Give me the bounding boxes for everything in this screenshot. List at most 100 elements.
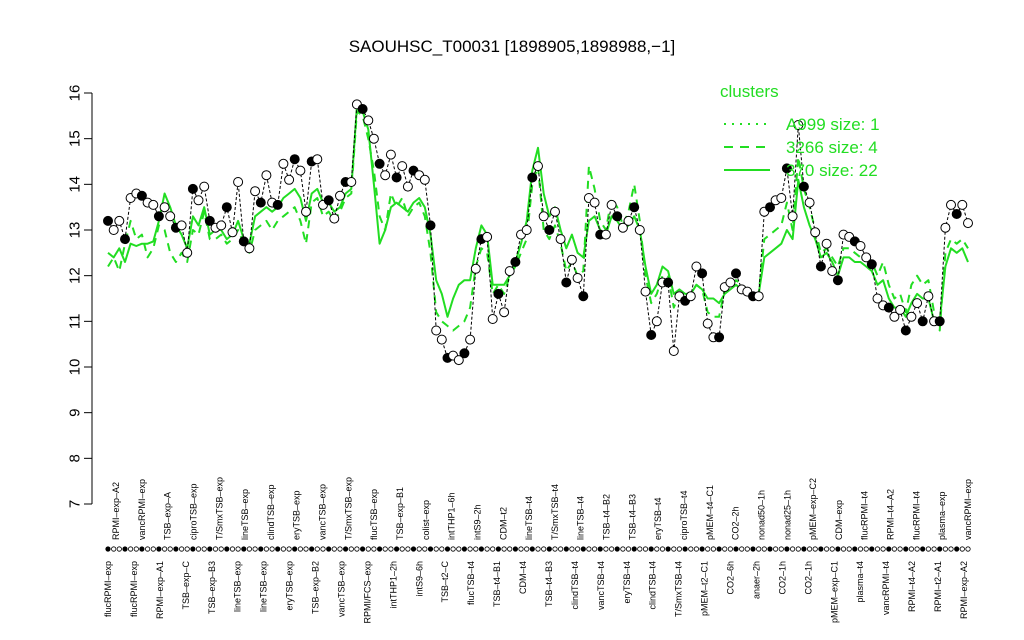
x-tick-label-top: flucTSB–exp [369, 489, 379, 540]
x-strip-point [320, 546, 326, 552]
x-strip-point [710, 546, 717, 552]
x-strip-point [586, 546, 592, 552]
x-strip-point [580, 546, 586, 552]
x-strip-point [965, 546, 971, 552]
x-strip-point [461, 546, 467, 552]
x-strip-point [139, 546, 145, 552]
y-tick-label: 8 [67, 454, 84, 462]
x-tick-label-bottom: flucRPMI–exp [103, 561, 113, 617]
data-point [815, 261, 826, 272]
x-strip-point [925, 546, 932, 552]
data-point [561, 277, 572, 288]
x-strip-point [818, 546, 824, 552]
x-tick-label-bottom: lineTSB–exp [259, 561, 269, 612]
x-strip-point [116, 546, 122, 552]
x-strip-point [433, 546, 439, 552]
x-strip-point [105, 546, 111, 552]
x-strip-point [852, 546, 858, 552]
x-strip-point [473, 546, 479, 552]
x-strip-point [874, 546, 881, 552]
x-strip-point [467, 546, 473, 552]
data-point [521, 225, 532, 235]
data-point [634, 225, 645, 235]
data-point [487, 314, 498, 324]
x-strip-point [535, 546, 541, 552]
x-strip-point [184, 546, 190, 552]
x-strip-point [529, 546, 535, 552]
x-strip-point [275, 546, 281, 552]
x-strip-point [235, 546, 241, 552]
x-strip-point [507, 546, 513, 552]
legend-label: 370 size: 22 [786, 161, 878, 180]
data-point [284, 174, 295, 185]
data-point [335, 190, 345, 201]
x-tick-label-bottom: clindTSB–t4 [570, 561, 580, 610]
x-strip-point [806, 546, 813, 552]
x-strip-point [258, 546, 264, 552]
data-point [804, 197, 815, 208]
x-strip-point [342, 546, 349, 552]
y-tick-label: 13 [67, 222, 84, 239]
data-point [402, 181, 413, 192]
x-tick-label-bottom: TSB–t4–B1 [492, 561, 502, 607]
x-tick-label-bottom: eryTSB–exp [285, 561, 295, 611]
x-strip-point [959, 546, 965, 552]
data-point [629, 202, 640, 213]
x-strip-point [399, 546, 405, 552]
data-point [363, 115, 374, 126]
data-point [482, 231, 493, 242]
legend-label: 3266 size: 4 [786, 138, 878, 157]
data-point [250, 186, 261, 197]
data-point [227, 227, 238, 238]
data-point [193, 195, 204, 206]
x-strip-point [574, 546, 581, 552]
data-point [883, 302, 894, 313]
x-tick-label-bottom: TSB–exp–B3 [207, 561, 217, 614]
data-point [538, 211, 549, 222]
x-strip-point [908, 546, 915, 552]
legend-title: clusters [720, 82, 779, 101]
data-point [419, 174, 430, 185]
data-point [391, 172, 402, 183]
x-strip-point [631, 546, 637, 552]
x-strip-point [167, 546, 173, 552]
x-strip-point [727, 546, 734, 552]
data-point [827, 266, 838, 277]
data-point [504, 266, 515, 277]
x-strip-point [212, 546, 219, 552]
x-tick-label-top: RPMI–exp–A2 [111, 482, 121, 540]
x-tick-label-bottom: vancRPMI–t4 [881, 561, 891, 615]
data-point [623, 215, 634, 226]
data-point [906, 311, 917, 322]
x-strip-point [603, 546, 609, 552]
x-strip-point [422, 546, 428, 552]
x-strip-point [693, 546, 700, 552]
data-point [798, 181, 809, 192]
x-strip-point [546, 546, 552, 552]
y-tick-label: 16 [67, 85, 84, 102]
data-point [544, 225, 555, 235]
data-point [176, 220, 187, 231]
x-tick-label-top: flucRPMI–t4 [911, 491, 921, 540]
x-strip-point [331, 546, 337, 552]
y-tick-label: 11 [67, 314, 84, 330]
data-point [600, 229, 611, 240]
data-point [459, 348, 470, 359]
x-tick-label-bottom: anaer–2h [751, 561, 761, 599]
x-strip-point [280, 546, 286, 552]
data-point [685, 291, 696, 302]
x-strip-point [688, 546, 694, 552]
x-strip-point [914, 546, 920, 552]
x-strip-point [784, 546, 790, 552]
x-tick-label-bottom: pMEM–exp–C1 [829, 561, 839, 623]
data-point [425, 220, 436, 231]
x-tick-label-bottom: plasma–t4 [855, 561, 865, 603]
y-tick-label: 15 [67, 130, 84, 147]
x-tick-label-top: ciproTSB–exp [188, 483, 198, 540]
x-strip-point [659, 546, 666, 552]
x-strip-point [393, 546, 400, 552]
x-strip-point [541, 546, 547, 552]
x-strip-point [812, 546, 818, 552]
x-strip-point [920, 546, 926, 552]
x-strip-point [382, 546, 388, 552]
